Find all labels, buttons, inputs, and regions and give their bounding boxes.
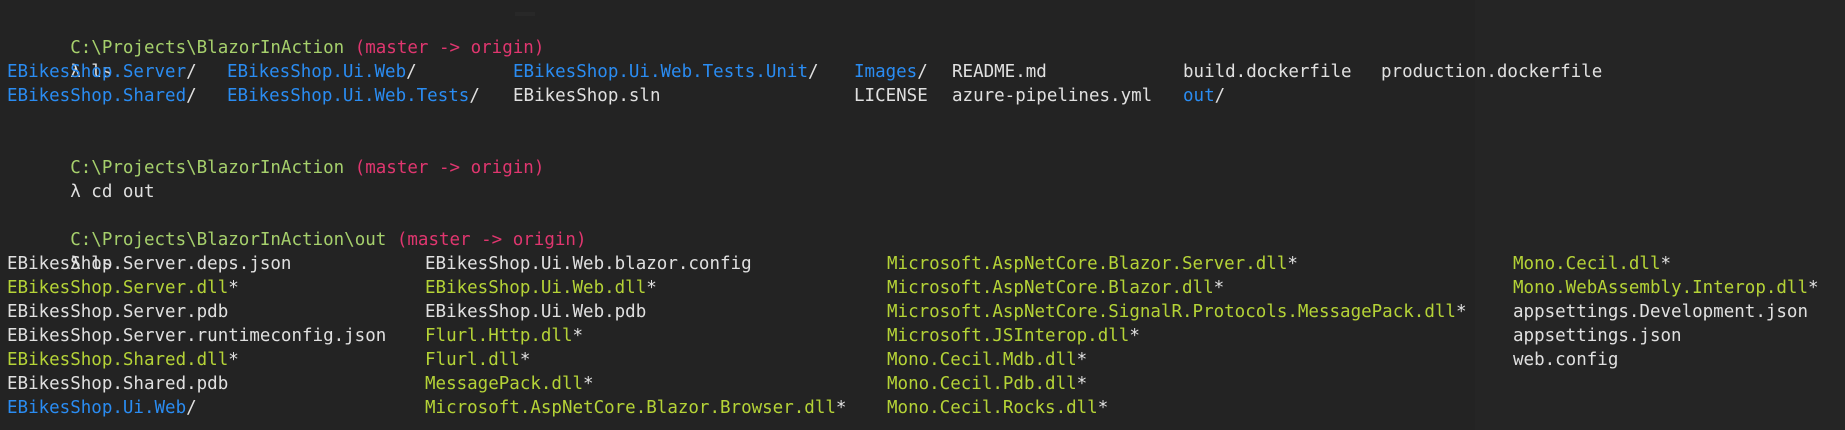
ls-row: EBikesShop.Server.dll* EBikesShop.Ui.Web…: [7, 276, 1819, 300]
list-item: Microsoft.AspNetCore.SignalR.Protocols.M…: [887, 302, 1467, 322]
list-item: Flurl.Http.dll*: [425, 326, 584, 346]
list-item: Microsoft.AspNetCore.Blazor.Browser.dll*: [425, 398, 847, 418]
list-item: EBikesShop.Server/: [7, 62, 197, 82]
list-item: EBikesShop.Shared.dll*: [7, 350, 239, 370]
command-line: λ cd out: [7, 156, 587, 202]
list-item: Microsoft.AspNetCore.Blazor.dll*: [887, 278, 1225, 298]
prompt-line: C:\Projects\BlazorInAction (master -> or…: [7, 12, 587, 58]
list-item: out/: [1183, 86, 1226, 106]
list-item: EBikesShop.Ui.Web.dll*: [425, 278, 657, 298]
list-item: EBikesShop.Shared/: [7, 86, 197, 106]
list-item: appsettings.json: [1513, 326, 1682, 346]
list-item: EBikesShop.Ui.Web/: [227, 62, 417, 82]
command-line: λ ls: [7, 228, 587, 274]
list-item: EBikesShop.sln: [513, 86, 661, 106]
terminal-window[interactable]: C:\Projects\BlazorInAction (master -> or…: [0, 0, 1845, 430]
list-item: azure-pipelines.yml: [952, 86, 1153, 106]
ls-row: EBikesShop.Ui.Web/ Microsoft.AspNetCore.…: [7, 396, 1108, 420]
list-item: Microsoft.JSInterop.dll*: [887, 326, 1140, 346]
ls-row: EBikesShop.Server/ EBikesShop.Ui.Web/ EB…: [7, 60, 1602, 84]
list-item: Mono.WebAssembly.Interop.dll*: [1513, 278, 1819, 298]
list-item: EBikesShop.Ui.Web.pdb: [425, 302, 647, 322]
list-item: LICENSE: [854, 86, 928, 106]
list-item: Mono.Cecil.dll*: [1513, 254, 1672, 274]
list-item: Images/: [854, 62, 928, 82]
list-item: EBikesShop.Server.runtimeconfig.json: [7, 326, 387, 346]
list-item: Microsoft.AspNetCore.Blazor.Server.dll*: [887, 254, 1298, 274]
list-item: appsettings.Development.json: [1513, 302, 1809, 322]
ls-row: EBikesShop.Shared.dll* Flurl.dll* Mono.C…: [7, 348, 1618, 372]
list-item: EBikesShop.Server.deps.json: [7, 254, 292, 274]
list-item: EBikesShop.Ui.Web.Tests/: [227, 86, 480, 106]
list-item: MessagePack.dll*: [425, 374, 594, 394]
list-item: EBikesShop.Ui.Web.Tests.Unit/: [513, 62, 819, 82]
ls-row: EBikesShop.Shared/ EBikesShop.Ui.Web.Tes…: [7, 84, 1225, 108]
list-item: EBikesShop.Shared.pdb: [7, 374, 229, 394]
ls-row: EBikesShop.Server.deps.json EBikesShop.U…: [7, 252, 1671, 276]
list-item: Mono.Cecil.Pdb.dll*: [887, 374, 1088, 394]
list-item: web.config: [1513, 350, 1619, 370]
list-item: README.md: [952, 62, 1047, 82]
list-item: Mono.Cecil.Rocks.dll*: [887, 398, 1109, 418]
ls-row: EBikesShop.Shared.pdb MessagePack.dll* M…: [7, 372, 1087, 396]
list-item: Mono.Cecil.Mdb.dll*: [887, 350, 1088, 370]
list-item: Flurl.dll*: [425, 350, 531, 370]
terminal-output: C:\Projects\BlazorInAction (master -> or…: [7, 12, 1819, 420]
list-item: EBikesShop.Ui.Web/: [7, 398, 197, 418]
list-item: build.dockerfile: [1183, 62, 1352, 82]
prompt-line: C:\Projects\BlazorInAction (master -> or…: [7, 132, 587, 178]
command-line: λ ls: [7, 36, 587, 82]
prompt-line: C:\Projects\BlazorInAction\out (master -…: [7, 204, 586, 250]
ls-row: EBikesShop.Server.pdb EBikesShop.Ui.Web.…: [7, 300, 1808, 324]
list-item: EBikesShop.Ui.Web.blazor.config: [425, 254, 752, 274]
list-item: production.dockerfile: [1381, 62, 1603, 82]
ls-row: EBikesShop.Server.runtimeconfig.json Flu…: [7, 324, 1682, 348]
list-item: EBikesShop.Server.dll*: [7, 278, 239, 298]
list-item: EBikesShop.Server.pdb: [7, 302, 229, 322]
